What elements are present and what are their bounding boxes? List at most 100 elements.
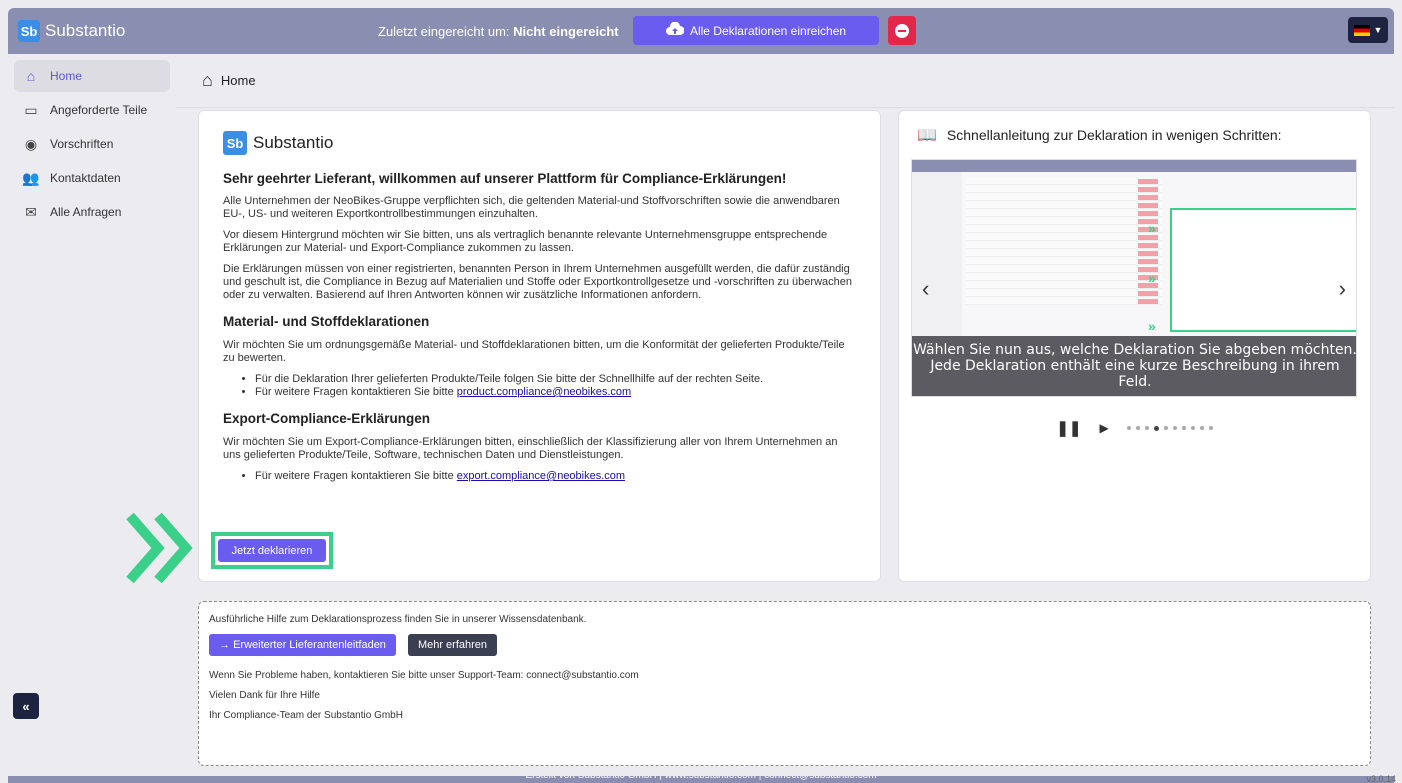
home-icon: ⌂ bbox=[202, 70, 213, 90]
guide-title: Schnellanleitung zur Deklaration in weni… bbox=[946, 127, 1282, 143]
sidebar-item-all-requests[interactable]: ✉ Alle Anfragen bbox=[14, 196, 170, 228]
slide-dot[interactable] bbox=[1172, 425, 1177, 430]
version-label: v3.0.14 bbox=[1366, 774, 1396, 783]
sidebar-item-label: Angeforderte Teile bbox=[50, 103, 148, 117]
cloud-upload-icon bbox=[665, 21, 685, 39]
material-heading: Material- und Stoffdeklarationen bbox=[223, 314, 430, 329]
help-buttons: → Erweiterter Lieferantenleitfaden Mehr … bbox=[209, 634, 1360, 656]
slide-row bbox=[966, 186, 1162, 193]
slide-dot[interactable] bbox=[1144, 425, 1149, 430]
list-item-text: Für weitere Fragen kontaktieren Sie bitt… bbox=[255, 470, 457, 482]
minus-circle-icon bbox=[895, 23, 909, 38]
slide-dot[interactable] bbox=[1163, 425, 1168, 430]
slide-row bbox=[966, 218, 1162, 225]
material-paragraph: Wir möchten Sie um ordnungsgemäße Materi… bbox=[223, 339, 845, 364]
submit-all-button[interactable]: Alle Deklarationen einreichen bbox=[633, 16, 879, 45]
slide-row bbox=[966, 258, 1162, 265]
slide-row bbox=[966, 266, 1162, 273]
declare-now-button[interactable]: Jetzt deklarieren bbox=[218, 539, 326, 562]
welcome-heading: Sehr geehrter Lieferant, willkommen auf … bbox=[223, 171, 787, 186]
sidebar-item-label: Alle Anfragen bbox=[50, 205, 122, 219]
signature-text: Ihr Compliance-Team der Substantio GmbH bbox=[209, 710, 403, 721]
list-item: Für weitere Fragen kontaktieren Sie bitt… bbox=[255, 470, 856, 483]
list-item-text: Für weitere Fragen kontaktieren Sie bitt… bbox=[255, 386, 457, 398]
slide-dots bbox=[1126, 425, 1213, 431]
sidebar-item-requested-parts[interactable]: ▭ Angeforderte Teile bbox=[14, 94, 170, 126]
slide-dot[interactable] bbox=[1153, 425, 1159, 431]
previous-slide-icon[interactable]: ‹ bbox=[922, 276, 929, 302]
slide-screenshot-topbar bbox=[912, 160, 1356, 172]
slide-screenshot-sidebar bbox=[912, 172, 962, 352]
slide-row bbox=[966, 290, 1162, 297]
app-logo[interactable]: Sb Substantio bbox=[18, 20, 125, 42]
product-compliance-email-link[interactable]: product.compliance@neobikes.com bbox=[457, 386, 631, 398]
main-content: ⌂ Home Sb Substantio Sehr geehrter Liefe… bbox=[176, 54, 1394, 776]
language-selector[interactable]: ▼ bbox=[1348, 17, 1388, 43]
pause-icon[interactable]: ❚❚ bbox=[1056, 419, 1081, 437]
top-bar: Sb Substantio Zuletzt eingereicht um: Ni… bbox=[8, 8, 1394, 54]
responsibility-paragraph: Die Erklärungen müssen von einer registr… bbox=[223, 263, 852, 301]
next-slide-icon[interactable]: › bbox=[1339, 276, 1346, 302]
submission-status-label: Zuletzt eingereicht um: bbox=[378, 23, 510, 39]
quick-guide-card: 📖 Schnellanleitung zur Deklaration in we… bbox=[898, 110, 1371, 582]
logo-mark: Sb bbox=[223, 131, 247, 155]
book-icon: 📖 bbox=[917, 127, 937, 144]
submission-status-value: Nicht eingereicht bbox=[513, 23, 619, 39]
sidebar: ⌂ Home ▭ Angeforderte Teile ◉ Vorschrift… bbox=[8, 54, 176, 776]
supplier-guide-button[interactable]: → Erweiterter Lieferantenleitfaden bbox=[209, 634, 396, 656]
slide-row bbox=[966, 226, 1162, 233]
withdraw-button[interactable] bbox=[888, 16, 916, 45]
sidebar-item-label: Kontaktdaten bbox=[50, 171, 121, 185]
slide-screenshot-table bbox=[966, 178, 1162, 348]
logo-mark: Sb bbox=[18, 20, 40, 42]
slide-row bbox=[966, 178, 1162, 185]
export-compliance-email-link[interactable]: export.compliance@neobikes.com bbox=[457, 470, 625, 482]
double-chevron-icon: » bbox=[1148, 270, 1156, 286]
help-intro: Ausführliche Hilfe zum Deklarationsproze… bbox=[209, 614, 587, 625]
page-header: ⌂ Home bbox=[176, 54, 1394, 108]
export-paragraph: Wir möchten Sie um Export-Compliance-Erk… bbox=[223, 436, 838, 461]
double-chevron-icon: » bbox=[1148, 220, 1156, 236]
slide-dot[interactable] bbox=[1126, 425, 1131, 430]
sidebar-item-label: Home bbox=[50, 69, 83, 83]
intro-paragraph: Alle Unternehmen der NeoBikes-Gruppe ver… bbox=[223, 195, 840, 220]
slide-dot[interactable] bbox=[1135, 425, 1140, 430]
german-flag-icon bbox=[1353, 24, 1370, 36]
slide-dot[interactable] bbox=[1208, 425, 1213, 430]
slide-row bbox=[966, 274, 1162, 281]
slide-controls: ❚❚ ▶ bbox=[911, 419, 1358, 437]
slide-row bbox=[966, 202, 1162, 209]
thanks-text: Vielen Dank für Ihre Hilfe bbox=[209, 690, 320, 701]
play-icon[interactable]: ▶ bbox=[1099, 421, 1108, 435]
request-paragraph: Vor diesem Hintergrund möchten wir Sie b… bbox=[223, 229, 828, 254]
app-name: Substantio bbox=[45, 21, 126, 40]
shield-icon: ◉ bbox=[24, 135, 38, 152]
mail-icon: ✉ bbox=[25, 203, 37, 220]
slide-dot[interactable] bbox=[1190, 425, 1195, 430]
double-chevron-icon bbox=[126, 512, 193, 584]
footer: Erstellt von Substantio GmbH | www.subst… bbox=[8, 776, 1394, 783]
slide-row bbox=[966, 242, 1162, 249]
submit-all-label: Alle Deklarationen einreichen bbox=[689, 23, 847, 38]
page-title: Home bbox=[220, 73, 256, 88]
collapse-sidebar-button[interactable]: « bbox=[13, 693, 39, 719]
sidebar-item-label: Vorschriften bbox=[50, 137, 114, 151]
brand: Sb Substantio bbox=[223, 131, 856, 155]
slide-row bbox=[966, 194, 1162, 201]
slide-row bbox=[966, 298, 1162, 305]
slide-row bbox=[966, 234, 1162, 241]
guide-slide: » » » ‹ › Wählen Sie nun aus, welche Dek… bbox=[911, 159, 1357, 397]
sidebar-item-contacts[interactable]: 👥 Kontaktdaten bbox=[14, 162, 170, 194]
sidebar-item-regulations[interactable]: ◉ Vorschriften bbox=[14, 128, 170, 160]
slide-dot[interactable] bbox=[1199, 425, 1204, 430]
double-chevron-icon: » bbox=[1148, 318, 1156, 334]
export-heading: Export-Compliance-Erklärungen bbox=[223, 411, 431, 426]
submission-status: Zuletzt eingereicht um: Nicht eingereich… bbox=[378, 24, 619, 39]
learn-more-button[interactable]: Mehr erfahren bbox=[407, 634, 498, 656]
guide-header: 📖 Schnellanleitung zur Deklaration in we… bbox=[917, 125, 1358, 145]
home-icon: ⌂ bbox=[26, 68, 36, 84]
supplier-guide-label: Erweiterter Lieferantenleitfaden bbox=[233, 639, 386, 651]
slide-dot[interactable] bbox=[1181, 425, 1186, 430]
slide-caption: Wählen Sie nun aus, welche Deklaration S… bbox=[912, 336, 1356, 396]
sidebar-item-home[interactable]: ⌂ Home bbox=[14, 60, 170, 92]
